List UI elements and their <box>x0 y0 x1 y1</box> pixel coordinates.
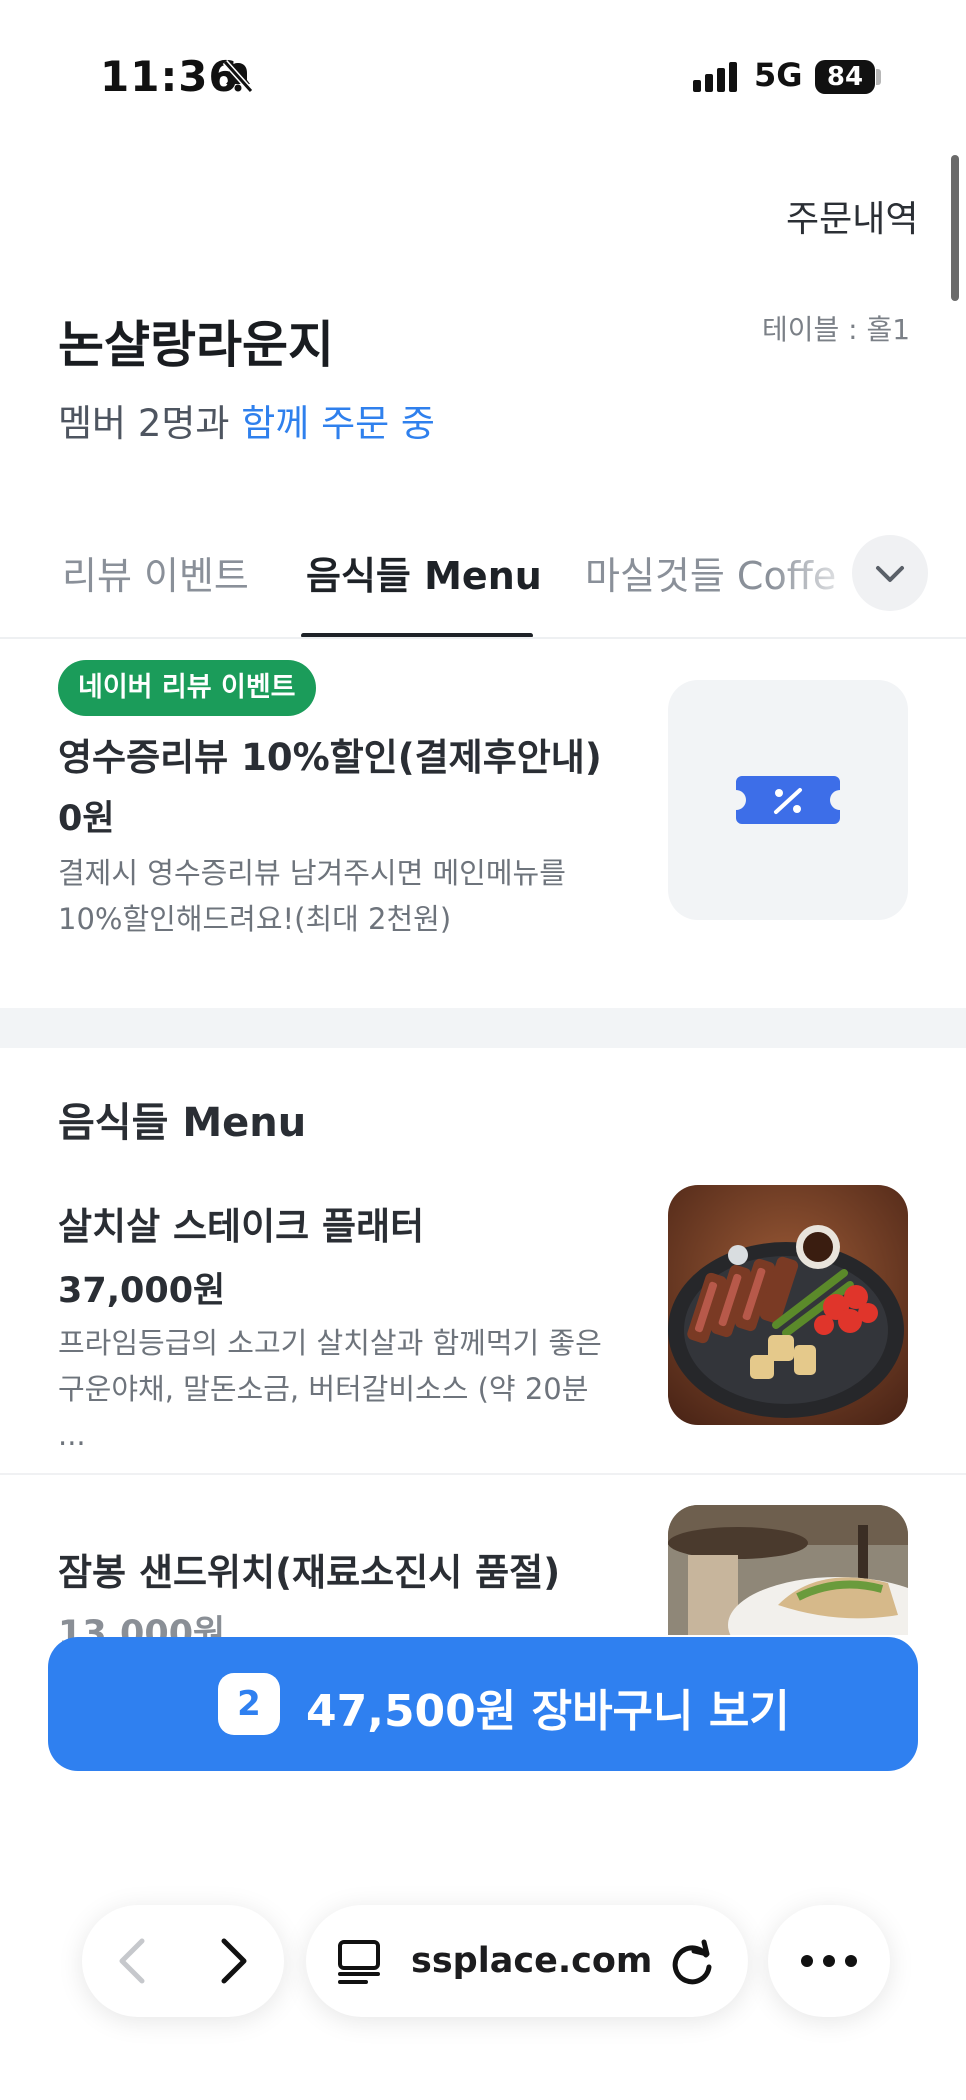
cart-count-badge: 2 <box>218 1673 280 1735</box>
menu-item-name[interactable]: 살치살 스테이크 플래터 <box>58 1196 424 1250</box>
order-history-link[interactable]: 주문내역 <box>786 190 918 242</box>
group-order-link[interactable]: 함께 주문 중 <box>241 402 435 445</box>
event-desc-line: 결제시 영수증리뷰 남겨주시면 메인메뉴를 <box>58 856 566 890</box>
menu-item-description: 프라임등급의 소고기 살치살과 함께먹기 좋은 구운야채, 말돈소금, 버터갈비… <box>58 1320 618 1458</box>
tabs-divider <box>0 637 966 639</box>
store-name: 논샬랑라운지 <box>58 316 334 374</box>
event-image[interactable] <box>668 680 908 920</box>
menu-item-price: 37,000원 <box>58 1271 226 1311</box>
section-divider <box>0 1008 966 1048</box>
address-bar[interactable]: ssplace.com <box>306 1905 748 2017</box>
steak-photo <box>668 1185 908 1425</box>
naver-review-badge: 네이버 리뷰 이벤트 <box>58 660 316 716</box>
tab-food-menu[interactable]: 음식들 Menu <box>306 545 542 600</box>
cart-button-label: 47,500원 장바구니 보기 <box>306 1686 790 1737</box>
status-time: 11:36 <box>100 52 239 101</box>
menu-desc-line: 프라임등급의 소고기 살치살과 함께먹기 좋은 <box>58 1326 602 1360</box>
view-cart-button[interactable]: 2 47,500원 장바구니 보기 <box>48 1637 918 1771</box>
bell-off-icon <box>222 59 254 94</box>
row-divider <box>0 1473 966 1475</box>
member-count-text: 멤버 2명과 <box>58 402 242 445</box>
reader-icon[interactable] <box>336 1939 382 1985</box>
scrollbar[interactable] <box>951 155 959 301</box>
table-info: 테이블 : 홀1 <box>762 313 911 346</box>
navigation-buttons <box>82 1905 284 2017</box>
signal-icon <box>693 62 741 92</box>
tab-more-button[interactable] <box>852 535 928 611</box>
battery-tip <box>876 69 881 85</box>
sandwich-photo <box>668 1505 908 1635</box>
tab-review-event[interactable]: 리뷰 이벤트 <box>62 545 249 600</box>
more-options-button[interactable] <box>768 1905 890 2017</box>
reload-icon[interactable] <box>668 1937 718 1987</box>
member-status: 멤버 2명과 함께 주문 중 <box>58 393 435 447</box>
url-text: ssplace.com <box>411 1941 653 1981</box>
chevron-down-icon <box>876 566 904 582</box>
network-type: 5G <box>754 56 803 94</box>
event-title[interactable]: 영수증리뷰 10%할인(결제후안내) <box>58 727 602 781</box>
menu-desc-line: 구운야채, 말돈소금, 버터갈비소스 (약 20분 ... <box>58 1372 589 1452</box>
event-description: 결제시 영수증리뷰 남겨주시면 메인메뉴를 10%할인해드려요!(최대 2천원) <box>58 850 618 942</box>
back-icon[interactable] <box>108 1935 158 1987</box>
forward-icon[interactable] <box>208 1935 258 1987</box>
steak-platter-image[interactable] <box>668 1185 908 1425</box>
coupon-icon <box>736 776 840 824</box>
sandwich-image[interactable] <box>668 1505 908 1635</box>
ellipsis-icon <box>801 1955 857 1967</box>
event-price: 0원 <box>58 799 115 839</box>
event-desc-line: 10%할인해드려요!(최대 2천원) <box>58 902 452 936</box>
battery-icon: 84 <box>815 60 875 94</box>
menu-item-name[interactable]: 잠봉 샌드위치(재료소진시 품절) <box>58 1542 560 1596</box>
section-title: 음식들 Menu <box>58 1100 307 1146</box>
